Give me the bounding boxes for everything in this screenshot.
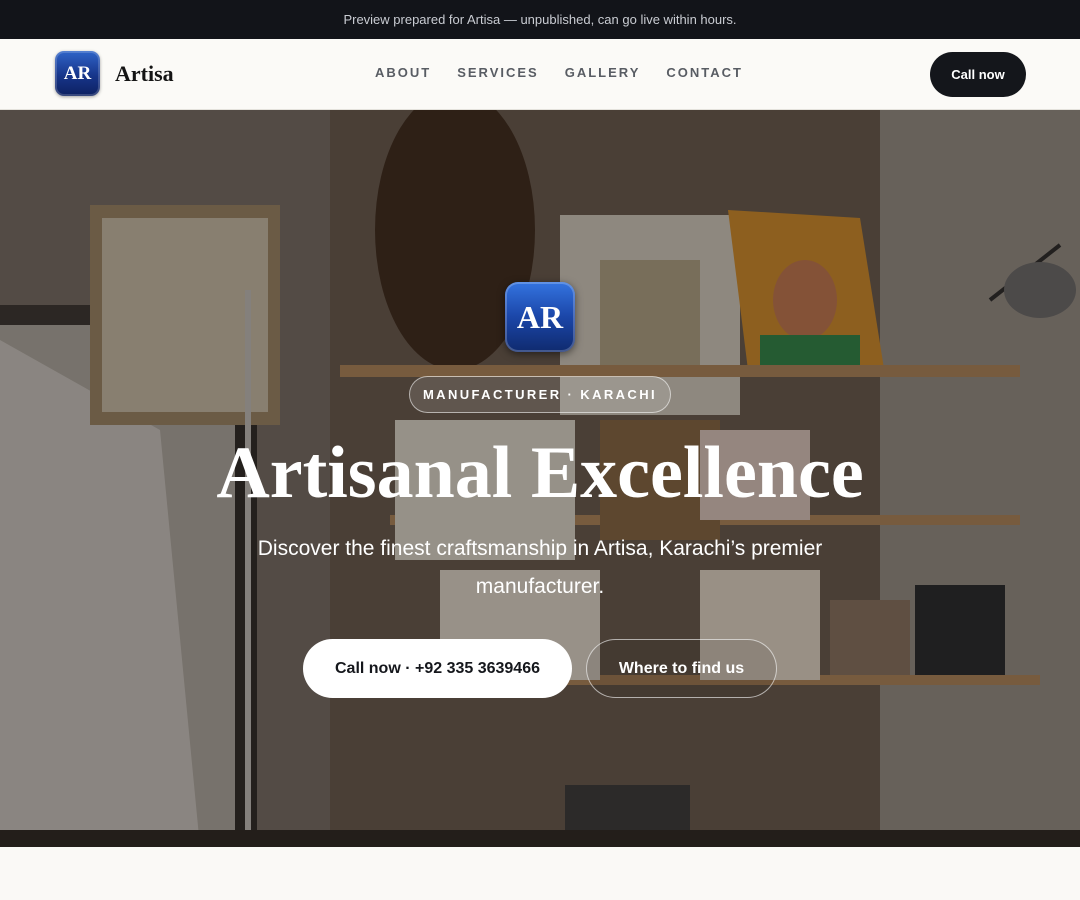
hero-subtitle: Discover the finest craftsmanship in Art… (257, 537, 823, 598)
preview-banner: Preview prepared for Artisa — unpublishe… (0, 0, 1080, 39)
nav-about[interactable]: ABOUT (375, 65, 431, 80)
brand-name: Artisa (115, 60, 174, 86)
main-menu: ABOUT SERVICES GALLERY CONTACT (375, 65, 743, 80)
brand[interactable]: AR Artisa (55, 51, 174, 96)
header-call-button[interactable]: Call now (930, 52, 1026, 97)
find-us-button[interactable]: Where to find us (586, 639, 777, 698)
nav-services[interactable]: SERVICES (457, 65, 539, 80)
call-now-button[interactable]: Call now · +92 335 3639466 (303, 639, 572, 698)
hero-logo: AR (505, 282, 575, 352)
brand-logo: AR (55, 51, 100, 96)
hero-tag: MANUFACTURER · KARACHI (409, 376, 671, 413)
site-header: AR Artisa ABOUT SERVICES GALLERY CONTACT… (0, 39, 1080, 110)
nav-gallery[interactable]: GALLERY (565, 65, 641, 80)
hero-section: AR MANUFACTURER · KARACHI Artisanal Exce… (0, 110, 1080, 847)
nav-contact[interactable]: CONTACT (666, 65, 743, 80)
next-section (0, 847, 1080, 900)
hero-content: AR MANUFACTURER · KARACHI Artisanal Exce… (0, 110, 1080, 847)
hero-title: Artisanal Excellence (216, 432, 864, 514)
preview-banner-text: Preview prepared for Artisa — unpublishe… (343, 12, 737, 27)
